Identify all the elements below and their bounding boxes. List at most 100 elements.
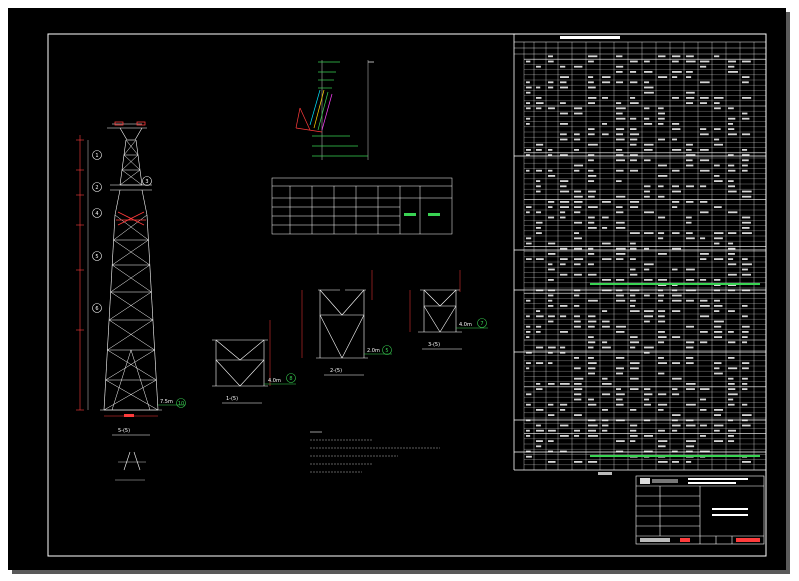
bom-cell-value [700, 315, 710, 318]
bom-cell-value [672, 55, 681, 58]
bom-cell-value [742, 149, 748, 151]
bom-cell-value [548, 315, 555, 318]
bom-cell-value [728, 398, 734, 401]
bom-cell-value [602, 320, 610, 323]
bom-cell-value [644, 149, 653, 151]
bom-cell-value [588, 429, 597, 432]
bom-cell-value [658, 357, 664, 359]
bom-cell-value [574, 388, 583, 390]
bom-cell-value [588, 403, 597, 406]
bom-cell-value [672, 97, 679, 99]
bom-cell-value [742, 190, 752, 193]
bom-cell-value [536, 65, 541, 68]
bom-cell-value [588, 336, 594, 338]
bom-cell-value [536, 325, 542, 328]
bom-cell-value [602, 81, 611, 84]
bom-cell-value [574, 107, 583, 110]
bom-cell-value [588, 253, 595, 255]
bom-cell-value [548, 294, 554, 297]
bom-cell-value [548, 201, 555, 203]
bom-cell-value [714, 299, 720, 302]
bom-cell-value [672, 232, 680, 234]
bom-cell-value [672, 138, 678, 141]
bom-cell-value [548, 279, 554, 281]
bom-cell-value [548, 175, 556, 177]
bom-cell-value [672, 201, 680, 203]
bom-cell-value [700, 60, 710, 63]
bom-cell-value [630, 268, 636, 271]
bom-cell-value [536, 211, 542, 214]
bom-highlight [590, 283, 760, 285]
bom-cell-value [714, 336, 723, 338]
bom-cell-value [548, 299, 553, 302]
bom-cell-value [700, 159, 710, 162]
bom-cell-value [658, 55, 666, 58]
bom-cell-value [686, 424, 696, 427]
bom-cell-value [548, 86, 554, 89]
bom-cell-value [548, 383, 555, 385]
bom-cell-value [602, 216, 609, 219]
bom-cell-value [658, 123, 664, 125]
bom-cell-value [714, 310, 720, 312]
bom-cell-value [630, 305, 636, 307]
bom-cell-value [658, 117, 665, 120]
bom-cell-value [602, 201, 611, 203]
bom-cell-value [658, 440, 668, 442]
bom-cell-value [728, 393, 738, 396]
bom-cell-value [526, 429, 530, 432]
bom-cell-value [728, 435, 734, 437]
bom-cell-value [548, 55, 553, 58]
bom-cell-value [588, 320, 597, 323]
bom-cell-value [728, 242, 734, 245]
bom-cell-value [616, 299, 626, 302]
bom-cell-value [588, 97, 597, 99]
bom-cell-value [588, 206, 598, 208]
bom-cell-value [616, 221, 625, 224]
bom-cell-value [536, 169, 542, 172]
bom-cell-value [526, 336, 530, 338]
bom-cell-value [616, 398, 623, 401]
bom-cell-value [560, 81, 567, 84]
bom-cell-value [588, 263, 594, 266]
bom-cell-value [644, 123, 653, 125]
bom-cell-value [548, 268, 555, 271]
bom-cell-value [616, 65, 624, 68]
bom-cell-value [630, 294, 636, 297]
bom-cell-value [630, 367, 639, 370]
bom-cell-value [526, 81, 530, 84]
bom-cell-value [526, 393, 532, 396]
bom-cell-value [700, 279, 707, 281]
bom-title [560, 36, 620, 39]
detail-2-mark: 5 [385, 348, 388, 354]
bom-cell-value [644, 60, 650, 63]
bom-cell-value [686, 362, 694, 364]
bom-cell-value [526, 403, 531, 406]
bom-cell-value [536, 388, 543, 390]
bom-cell-value [548, 81, 554, 84]
bom-cell-value [686, 445, 695, 448]
bom-cell-value [714, 372, 723, 375]
bom-cell-value [536, 143, 544, 146]
bom-cell-value [630, 232, 640, 234]
bom-cell-value [742, 336, 748, 338]
bom-cell-value [728, 60, 737, 63]
bom-cell-value [728, 180, 734, 182]
bom-cell-value [686, 185, 694, 188]
bom-cell-value [616, 294, 624, 297]
bom-cell-value [644, 388, 651, 390]
bom-cell-value [700, 398, 707, 401]
bom-cell-value [560, 190, 570, 193]
bom-cell-value [526, 211, 530, 214]
bom-cell-value [714, 367, 720, 370]
bom-cell-value [560, 133, 567, 136]
bom-cell-value [548, 305, 554, 307]
bom-cell-value [658, 461, 668, 463]
bom-cell-value [644, 279, 653, 281]
bom-cell-value [588, 461, 598, 463]
bom-cell-value [588, 398, 594, 401]
bom-cell-value [686, 237, 695, 240]
section-mark-6: 6 [95, 306, 98, 312]
bom-cell-value [630, 310, 640, 312]
bom-cell-value [630, 133, 640, 136]
bom-cell-value [714, 320, 724, 323]
